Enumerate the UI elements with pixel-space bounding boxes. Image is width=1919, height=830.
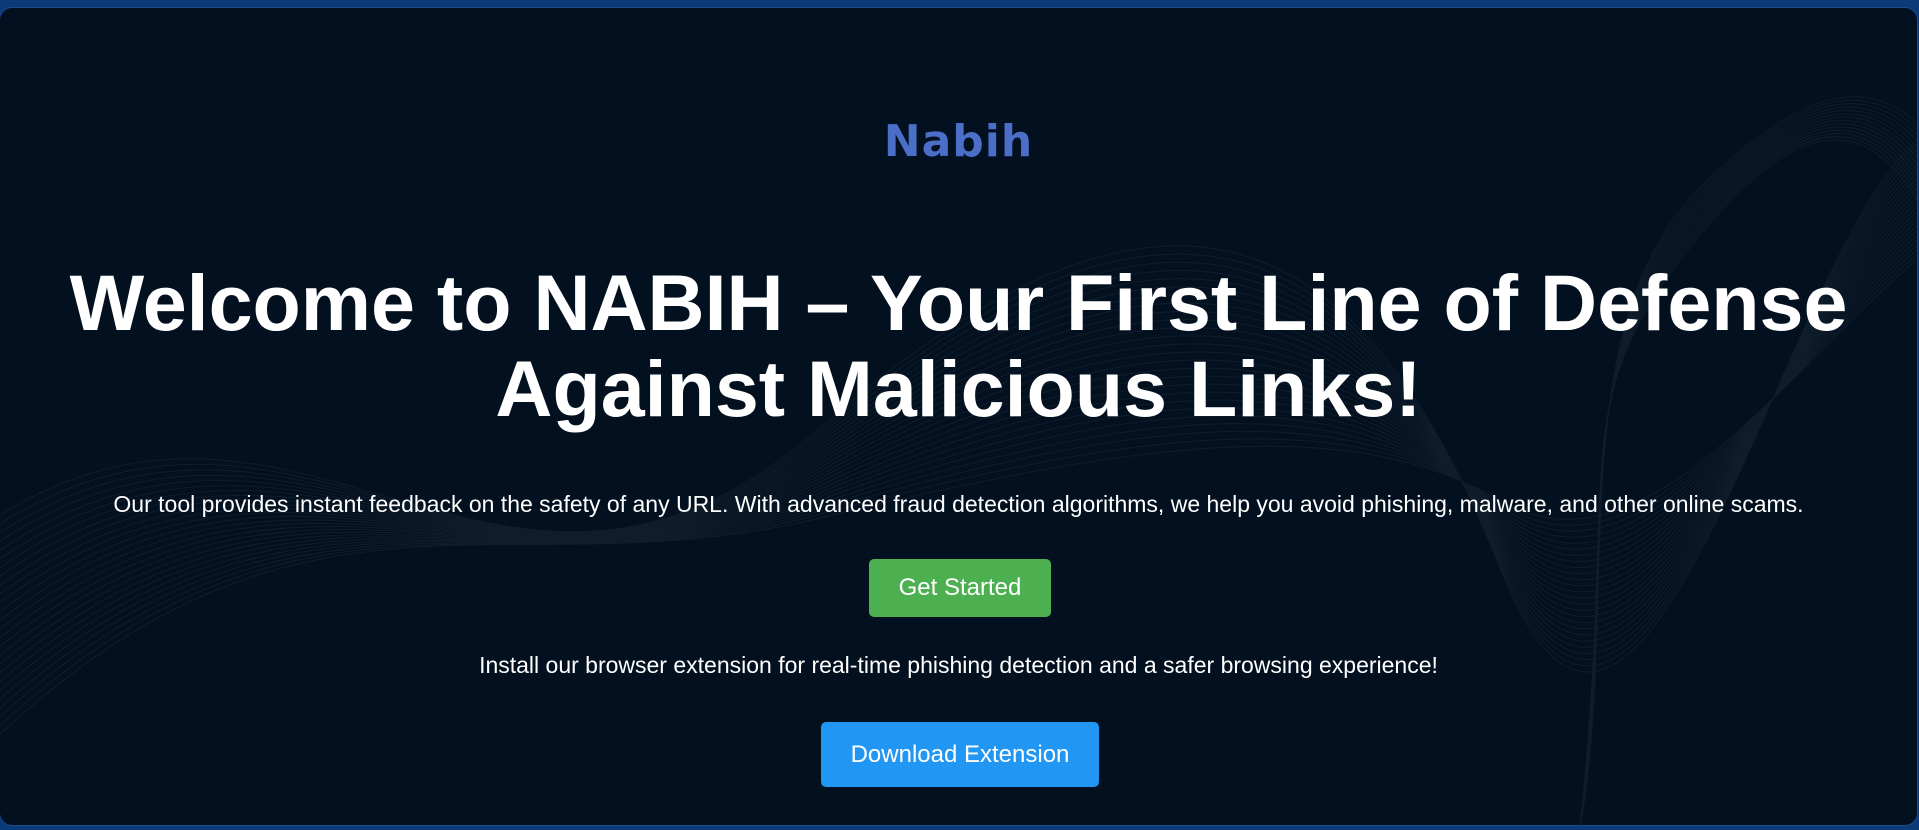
page-headline: Welcome to NABIH – Your First Line of De… <box>69 258 1848 433</box>
extension-promo-text: Install our browser extension for real-t… <box>479 652 1438 678</box>
download-extension-button[interactable]: Download Extension <box>821 722 1099 787</box>
page-frame: Nabih Welcome to NABIH – Your First Line… <box>0 8 1917 825</box>
hero-description: Our tool provides instant feedback on th… <box>113 491 1804 517</box>
get-started-button[interactable]: Get Started <box>869 559 1051 617</box>
hero-section: Nabih Welcome to NABIH – Your First Line… <box>0 8 1917 825</box>
nabih-logo: Nabih <box>883 116 1034 167</box>
